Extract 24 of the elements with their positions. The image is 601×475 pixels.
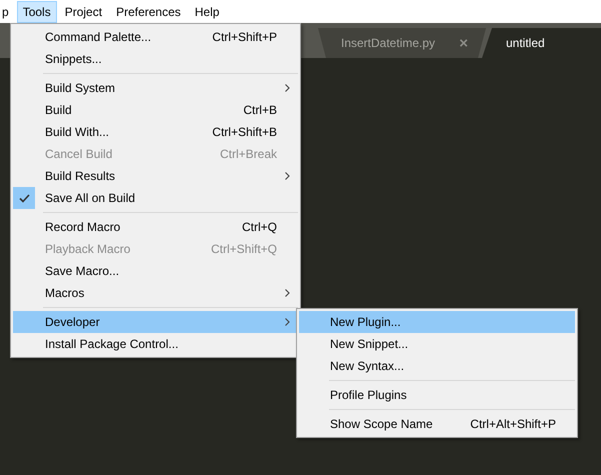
menu-item[interactable]: Build With... Ctrl+Shift+B [13, 121, 298, 143]
menu-bar-item[interactable]: p [0, 0, 15, 22]
menu-item[interactable]: Profile Plugins [299, 384, 575, 406]
menu-item[interactable]: Save All on Build [13, 187, 298, 209]
menu-item[interactable]: Build System [13, 77, 298, 99]
menu-item[interactable]: New Snippet... [299, 333, 575, 355]
menu-item[interactable]: Command Palette... Ctrl+Shift+P [13, 26, 298, 48]
menu-item[interactable]: Show Scope Name Ctrl+Alt+Shift+P [299, 413, 575, 435]
menu-bar-item[interactable]: Preferences [110, 0, 187, 22]
editor-tab[interactable]: InsertDatetime.py × [318, 28, 486, 58]
menu-item[interactable]: Record Macro Ctrl+Q [13, 216, 298, 238]
menu-item[interactable]: Developer [13, 311, 298, 333]
menu-item[interactable]: Install Package Control... [13, 333, 298, 355]
menu-item[interactable]: Build Ctrl+B [13, 99, 298, 121]
menu-item[interactable]: Macros [13, 282, 298, 304]
menu-item[interactable]: Build Results [13, 165, 298, 187]
menu-item[interactable]: New Plugin... [299, 311, 575, 333]
menu-item[interactable]: New Syntax... [299, 355, 575, 377]
menu-bar-item[interactable]: Tools [16, 0, 57, 22]
menu-bar-item[interactable]: Help [188, 0, 226, 22]
editor-tab[interactable]: untitled [482, 28, 601, 58]
menu-bar-item[interactable]: Project [58, 0, 108, 22]
menu-item[interactable]: Snippets... [13, 48, 298, 70]
menu-item[interactable]: Save Macro... [13, 260, 298, 282]
